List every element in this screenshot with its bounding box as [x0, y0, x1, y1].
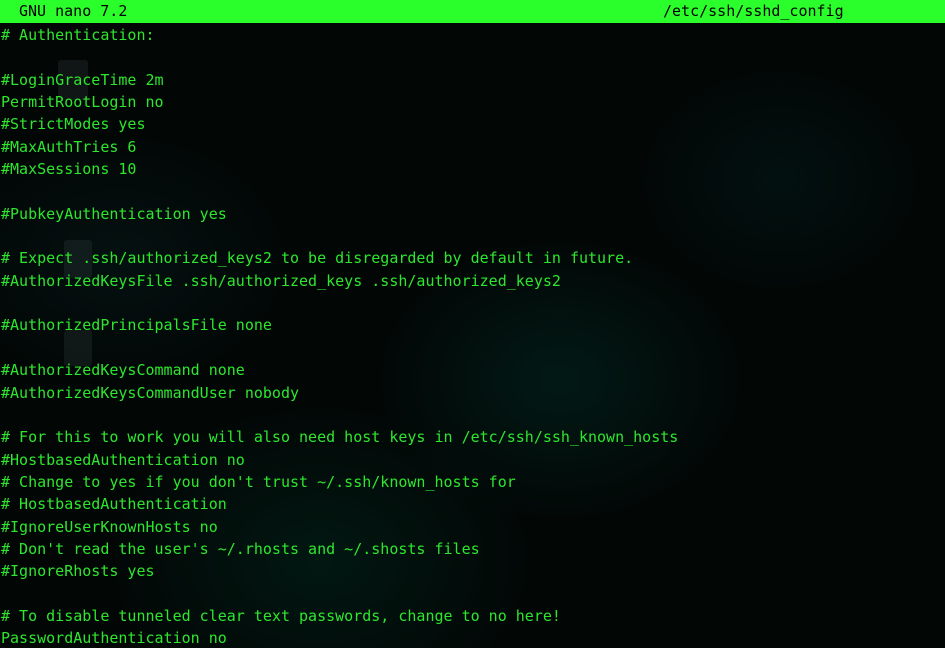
nano-title-bar: GNU nano 7.2 /etc/ssh/sshd_config — [0, 0, 945, 23]
editor-line[interactable]: # HostbasedAuthentication — [0, 493, 945, 515]
editor-text-area[interactable]: # Authentication: #LoginGraceTime 2m Permi… — [0, 24, 945, 648]
editor-line[interactable]: #MaxAuthTries 6 — [0, 136, 945, 158]
editor-line[interactable] — [0, 337, 945, 359]
editor-line[interactable]: #AuthorizedKeysFile .ssh/authorized_keys… — [0, 270, 945, 292]
editor-line[interactable] — [0, 46, 945, 68]
editor-line[interactable]: PasswordAuthentication no — [0, 627, 945, 648]
editor-line[interactable]: # Change to yes if you don't trust ~/.ss… — [0, 471, 945, 493]
editor-line[interactable]: #LoginGraceTime 2m — [0, 69, 945, 91]
editor-line[interactable]: #MaxSessions 10 — [0, 158, 945, 180]
editor-line[interactable]: #HostbasedAuthentication no — [0, 449, 945, 471]
editor-line[interactable] — [0, 180, 945, 202]
file-path: /etc/ssh/sshd_config — [663, 2, 844, 20]
editor-line[interactable]: PermitRootLogin no — [0, 91, 945, 113]
editor-line[interactable]: #IgnoreUserKnownHosts no — [0, 516, 945, 538]
editor-line[interactable] — [0, 583, 945, 605]
editor-line[interactable]: #PubkeyAuthentication yes — [0, 203, 945, 225]
app-version: GNU nano 7.2 — [19, 2, 128, 20]
editor-line[interactable]: #AuthorizedKeysCommand none — [0, 359, 945, 381]
editor-line[interactable]: #IgnoreRhosts yes — [0, 560, 945, 582]
editor-line[interactable]: # Authentication: — [0, 24, 945, 46]
editor-line[interactable]: # For this to work you will also need ho… — [0, 426, 945, 448]
editor-line[interactable] — [0, 404, 945, 426]
editor-line[interactable]: #AuthorizedKeysCommandUser nobody — [0, 382, 945, 404]
editor-line[interactable] — [0, 225, 945, 247]
editor-line[interactable]: # Expect .ssh/authorized_keys2 to be dis… — [0, 247, 945, 269]
editor-line[interactable]: # To disable tunneled clear text passwor… — [0, 605, 945, 627]
editor-line[interactable]: # Don't read the user's ~/.rhosts and ~/… — [0, 538, 945, 560]
editor-line[interactable]: #AuthorizedPrincipalsFile none — [0, 314, 945, 336]
editor-line[interactable]: #StrictModes yes — [0, 113, 945, 135]
editor-line[interactable] — [0, 292, 945, 314]
